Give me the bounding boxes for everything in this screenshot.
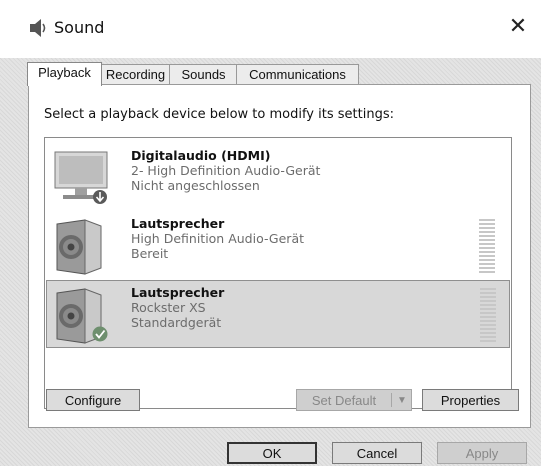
instruction-text: Select a playback device below to modify…: [44, 107, 394, 122]
device-status: Standardgerät: [131, 315, 222, 330]
properties-button[interactable]: Properties: [422, 389, 519, 411]
tab-communications[interactable]: Communications: [236, 64, 359, 84]
cancel-button[interactable]: Cancel: [332, 442, 422, 464]
device-status: Nicht angeschlossen: [131, 178, 260, 193]
device-description: High Definition Audio-Gerät: [131, 231, 305, 246]
set-default-label: Set Default: [311, 393, 377, 408]
speaker-icon: [51, 218, 113, 276]
tab-sounds[interactable]: Sounds: [169, 64, 238, 84]
chevron-down-icon[interactable]: ▼: [392, 390, 412, 412]
window-title: Sound: [54, 18, 105, 37]
volume-level-meter: [480, 288, 496, 342]
device-item-speakers-hd[interactable]: Lautsprecher High Definition Audio-Gerät…: [47, 212, 509, 278]
device-item-hdmi[interactable]: Digitalaudio (HDMI) 2- High Definition A…: [47, 144, 509, 210]
device-description: Rockster XS: [131, 300, 206, 315]
device-name: Digitalaudio (HDMI): [131, 148, 271, 163]
device-status: Bereit: [131, 246, 169, 261]
monitor-icon: [51, 150, 113, 208]
volume-level-meter: [479, 219, 495, 273]
title-bar: Sound ✕: [0, 0, 541, 58]
close-button[interactable]: ✕: [505, 14, 531, 40]
device-description: 2- High Definition Audio-Gerät: [131, 163, 321, 178]
tab-playback[interactable]: Playback: [27, 62, 102, 86]
apply-button[interactable]: Apply: [437, 442, 527, 464]
speaker-icon: [28, 17, 48, 39]
ok-button[interactable]: OK: [227, 442, 317, 464]
speaker-icon: [51, 287, 113, 345]
configure-button[interactable]: Configure: [46, 389, 140, 411]
device-name: Lautsprecher: [131, 216, 225, 231]
set-default-button[interactable]: Set Default ▼: [296, 389, 412, 411]
device-list[interactable]: Digitalaudio (HDMI) 2- High Definition A…: [44, 137, 512, 409]
tab-recording[interactable]: Recording: [100, 64, 171, 84]
playback-panel: Select a playback device below to modify…: [28, 84, 531, 428]
device-name: Lautsprecher: [131, 285, 225, 300]
device-item-speakers-rockster[interactable]: Lautsprecher Rockster XS Standardgerät: [46, 280, 510, 348]
